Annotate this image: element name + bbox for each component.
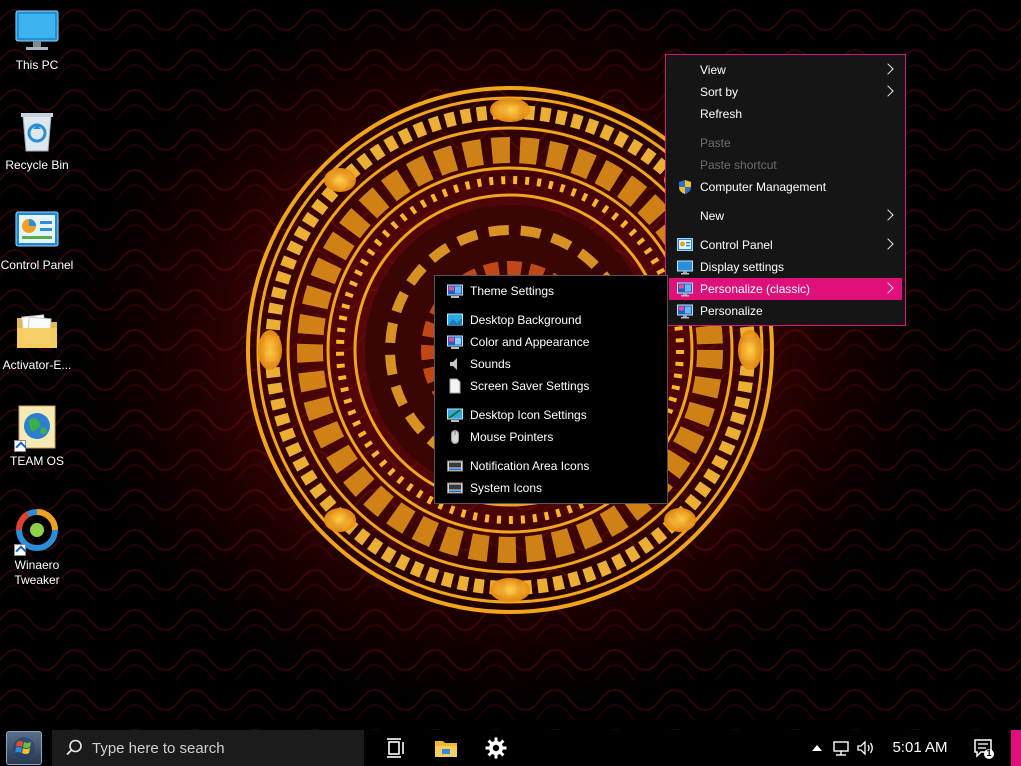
search-box[interactable]: Type here to search [52, 730, 364, 766]
winaero-tweaker-icon [14, 508, 60, 556]
taskbar: Type here to search 5:01 AM 1 [0, 730, 1021, 766]
menu-item-view[interactable]: View [669, 59, 902, 81]
desktop-icon-this-pc[interactable]: This PC [0, 8, 74, 73]
menu-item-personalize[interactable]: Personalize [669, 300, 902, 322]
system-icons-icon [447, 480, 463, 496]
submenu-item-color-appearance[interactable]: Color and Appearance [438, 331, 664, 353]
personalize-icon [677, 281, 693, 297]
submenu-item-system-icons[interactable]: System Icons [438, 477, 664, 499]
chevron-right-icon [882, 238, 894, 250]
control-panel-icon [14, 208, 60, 254]
action-center-button[interactable]: 1 [972, 736, 996, 760]
personalize-icon [677, 303, 693, 319]
shortcut-arrow-icon [14, 544, 26, 556]
menu-item-display-settings[interactable]: Display settings [669, 256, 902, 278]
settings-button[interactable] [484, 736, 508, 760]
desktop-icon-team-os[interactable]: TEAM OS [0, 404, 74, 469]
color-appearance-icon [447, 334, 463, 350]
menu-item-control-panel[interactable]: Control Panel [669, 234, 902, 256]
globe-shortcut-icon [14, 404, 60, 452]
chevron-right-icon [882, 209, 894, 221]
menu-item-sort-by[interactable]: Sort by [669, 81, 902, 103]
submenu-item-mouse-pointers[interactable]: Mouse Pointers [438, 426, 664, 448]
monitor-icon [677, 259, 693, 275]
mouse-icon [447, 429, 463, 445]
gear-icon [485, 737, 507, 759]
speaker-icon [857, 740, 873, 756]
submenu-item-desktop-icon-settings[interactable]: Desktop Icon Settings [438, 404, 664, 426]
menu-item-personalize-classic[interactable]: Personalize (classic) [669, 278, 902, 300]
chevron-up-icon [812, 745, 822, 751]
network-icon [833, 741, 849, 756]
desktop-icon-label: Control Panel [0, 258, 74, 272]
desktop-icon-activator[interactable]: Activator-E... [0, 308, 74, 373]
desktop-icon-control-panel[interactable]: Control Panel [0, 208, 74, 273]
file-explorer-button[interactable] [434, 736, 458, 760]
search-icon [64, 738, 84, 758]
chevron-right-icon [882, 282, 894, 294]
folder-icon [14, 308, 60, 354]
network-button[interactable] [832, 736, 852, 760]
document-icon [447, 378, 463, 394]
desktop-icon-settings-icon [447, 407, 463, 423]
chevron-right-icon [882, 63, 894, 75]
desktop-icon-winaero-tweaker[interactable]: Winaero Tweaker [0, 508, 74, 588]
taskbar-clock[interactable]: 5:01 AM [878, 739, 962, 756]
menu-item-refresh[interactable]: Refresh [669, 103, 902, 125]
desktop-icon-label: Activator-E... [2, 358, 72, 372]
desktop-context-menu: View Sort by Refresh Paste Paste shortcu… [665, 54, 906, 326]
menu-item-computer-management[interactable]: Computer Management [669, 176, 902, 198]
volume-button[interactable] [856, 736, 876, 760]
computer-icon [14, 8, 60, 54]
submenu-item-sounds[interactable]: Sounds [438, 353, 664, 375]
search-placeholder: Type here to search [92, 740, 225, 757]
submenu-item-screen-saver[interactable]: Screen Saver Settings [438, 375, 664, 397]
show-desktop-button[interactable] [1011, 730, 1021, 766]
menu-item-paste-shortcut[interactable]: Paste shortcut [669, 154, 902, 176]
personalize-icon [447, 283, 463, 299]
start-button[interactable] [6, 731, 42, 765]
chevron-right-icon [882, 85, 894, 97]
desktop-icon-label: Winaero Tweaker [14, 558, 60, 587]
shortcut-arrow-icon [14, 440, 26, 452]
desktop-icon-recycle-bin[interactable]: Recycle Bin [0, 108, 74, 173]
submenu-item-notification-area-icons[interactable]: Notification Area Icons [438, 455, 664, 477]
task-view-button[interactable] [384, 736, 408, 760]
task-view-icon [387, 738, 404, 758]
desktop-icon-label: This PC [15, 58, 59, 72]
menu-item-new[interactable]: New [669, 205, 902, 227]
notification-count-badge: 1 [986, 748, 992, 758]
speaker-icon [447, 356, 463, 372]
menu-item-paste[interactable]: Paste [669, 132, 902, 154]
control-panel-icon [677, 237, 693, 253]
uac-shield-icon [677, 179, 693, 195]
file-explorer-icon [435, 741, 457, 757]
windows-logo-icon [13, 737, 35, 759]
desktop-background-icon [447, 312, 463, 328]
notification-area-icon [447, 458, 463, 474]
show-hidden-icons-button[interactable] [810, 736, 824, 760]
recycle-bin-icon [14, 108, 60, 154]
submenu-item-desktop-background[interactable]: Desktop Background [438, 309, 664, 331]
submenu-item-theme-settings[interactable]: Theme Settings [438, 280, 664, 302]
desktop-icon-label: Recycle Bin [5, 158, 69, 172]
personalize-classic-submenu: Theme Settings Desktop Background Color … [434, 275, 668, 504]
desktop-icon-label: TEAM OS [9, 454, 64, 468]
